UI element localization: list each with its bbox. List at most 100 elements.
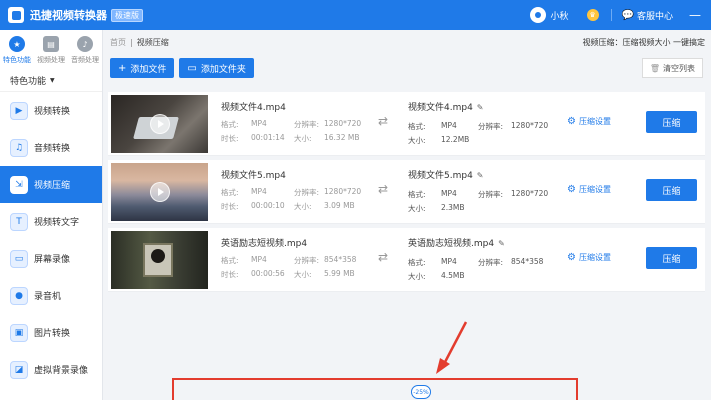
add-file-label: 添加文件 (130, 64, 167, 75)
app-title: 迅捷视频转换器 (30, 9, 107, 22)
annotation-arrow (436, 321, 468, 374)
output-format-value: MP4 (441, 257, 457, 266)
video-thumbnail[interactable] (111, 95, 208, 153)
size-value: 3.09 MB (324, 201, 355, 210)
add-file-button[interactable]: + 添加文件 (110, 58, 175, 78)
pencil-icon[interactable]: ✎ (477, 103, 484, 112)
caret-down-icon: ▼ (50, 77, 55, 84)
chat-bubble-icon[interactable]: 💬 (622, 10, 634, 21)
video-convert-icon: ▶ (10, 101, 28, 120)
compress-settings-link[interactable]: ⚙ 压缩设置 (567, 252, 611, 263)
film-icon: ▤ (43, 36, 59, 52)
output-format-label: 格式: (408, 258, 426, 267)
pencil-icon[interactable]: ✎ (498, 239, 505, 248)
compress-button[interactable]: 压缩 (646, 179, 697, 201)
recorder-icon: ● (10, 286, 28, 305)
output-file-name-text: 视频文件4.mp4 (408, 103, 473, 113)
compress-button[interactable]: 压缩 (646, 247, 697, 269)
folder-icon: ▭ (187, 62, 197, 74)
compress-settings-label: 压缩设置 (578, 185, 611, 194)
gear-icon: ⚙ (567, 252, 576, 263)
sidebar-item-label: 视频压缩 (34, 181, 71, 191)
duration-label: 时长: (221, 270, 239, 279)
tab-featured-label: 特色功能 (3, 56, 31, 64)
source-file-name: 视频文件4.mp4 (221, 103, 286, 113)
source-file-name: 英语励志短视频.mp4 (221, 239, 308, 249)
output-resolution-value: 854*358 (511, 257, 544, 266)
category-dropdown[interactable]: 特色功能 ▼ (0, 70, 102, 92)
tab-video-processing[interactable]: ▤ 视频处理 (37, 36, 65, 70)
toolbar: + 添加文件 ▭ 添加文件夹 🗑 清空列表 (104, 54, 711, 82)
sidebar-item-video-compress[interactable]: ⇲ 视频压缩 (0, 166, 102, 203)
compress-settings-link[interactable]: ⚙ 压缩设置 (567, 184, 611, 195)
virtual-bg-record-icon: ◪ (10, 360, 28, 379)
tab-video-processing-label: 视频处理 (37, 56, 65, 64)
compress-settings-label: 压缩设置 (578, 253, 611, 262)
category-label: 特色功能 (10, 77, 47, 87)
minimize-button[interactable]: — (689, 8, 701, 22)
customer-service-link[interactable]: 客服中心 (637, 9, 673, 22)
titlebar-divider (610, 9, 612, 21)
video-thumbnail[interactable] (111, 163, 208, 221)
sidebar-item-recorder[interactable]: ● 录音机 (0, 277, 102, 314)
format-value: MP4 (251, 187, 267, 196)
output-file-name[interactable]: 视频文件4.mp4 ✎ (408, 100, 484, 113)
play-icon[interactable] (150, 114, 170, 134)
person-head-shape (151, 249, 165, 263)
output-file-name-text: 英语励志短视频.mp4 (408, 239, 495, 249)
user-avatar-icon[interactable] (529, 7, 546, 23)
sidebar-item-label: 视频转换 (34, 107, 71, 117)
resolution-value: 1280*720 (324, 119, 362, 128)
sidebar-item-audio-convert[interactable]: ♫ 音频转换 (0, 129, 102, 166)
breadcrumb-current: 视频压缩 (136, 37, 169, 47)
page-hint: 视频压缩：压缩视频大小 一键搞定 (582, 37, 705, 47)
output-file-name[interactable]: 英语励志短视频.mp4 ✎ (408, 236, 505, 249)
shuffle-arrow-icon: ⇄ (378, 114, 389, 128)
compress-button[interactable]: 压缩 (646, 111, 697, 133)
sidebar-item-label: 屏幕录像 (34, 255, 71, 265)
output-resolution-value: 1280*720 (511, 189, 549, 198)
format-label: 格式: (221, 120, 239, 129)
breadcrumb-home[interactable]: 首页 (110, 37, 126, 48)
output-size-value: 4.5MB (441, 271, 465, 280)
shuffle-arrow-icon: ⇄ (378, 182, 389, 196)
output-file-name[interactable]: 视频文件5.mp4 ✎ (408, 168, 484, 181)
sidebar-item-label: 视频转文字 (34, 218, 80, 228)
add-folder-button[interactable]: ▭ 添加文件夹 (179, 58, 254, 78)
compress-ratio-badge[interactable]: -25% (411, 385, 431, 399)
sidebar-item-screen-record[interactable]: ▭ 屏幕录像 (0, 240, 102, 277)
tab-audio-processing[interactable]: ♪ 音频处理 (71, 36, 99, 70)
output-resolution-label: 分辨率: (478, 190, 504, 199)
play-icon[interactable] (150, 182, 170, 202)
vip-crown-icon[interactable]: ♛ (586, 9, 599, 21)
compress-settings-link[interactable]: ⚙ 压缩设置 (567, 116, 611, 127)
compress-settings-label: 压缩设置 (578, 117, 611, 126)
image-convert-icon: ▣ (10, 323, 28, 342)
size-label: 大小: (294, 202, 312, 211)
sidebar-item-video-convert[interactable]: ▶ 视频转换 (0, 92, 102, 129)
output-size-value: 12.2MB (441, 135, 470, 144)
tab-featured[interactable]: ★ 特色功能 (3, 36, 31, 70)
breadcrumb: 首页 | 视频压缩 视频压缩：压缩视频大小 一键搞定 (104, 30, 711, 54)
add-folder-label: 添加文件夹 (200, 64, 246, 75)
sidebar-item-label: 虚拟背景录像 (34, 366, 89, 376)
sidebar-item-image-convert[interactable]: ▣ 图片转换 (0, 314, 102, 351)
app-logo-icon (8, 7, 24, 23)
version-badge: 极速版 (111, 8, 143, 22)
size-value: 5.99 MB (324, 269, 355, 278)
file-row: 视频文件5.mp4 格式: MP4 分辨率: 1280*720 时长: 00:0… (108, 160, 705, 224)
format-value: MP4 (251, 119, 267, 128)
clear-list-button[interactable]: 🗑 清空列表 (641, 58, 703, 78)
breadcrumb-separator: | (130, 37, 133, 47)
file-row: 英语励志短视频.mp4 格式: MP4 分辨率: 854*358 时长: 00:… (108, 228, 705, 292)
video-thumbnail[interactable] (111, 231, 208, 289)
duration-label: 时长: (221, 202, 239, 211)
duration-value: 00:00:10 (251, 201, 285, 210)
format-label: 格式: (221, 188, 239, 197)
sidebar-item-video-to-text[interactable]: T 视频转文字 (0, 203, 102, 240)
size-label: 大小: (294, 270, 312, 279)
pencil-icon[interactable]: ✎ (477, 171, 484, 180)
username[interactable]: 小秋 (551, 9, 569, 22)
sidebar-item-virtual-bg-record[interactable]: ◪ 虚拟背景录像 (0, 351, 102, 388)
resolution-label: 分辨率: (294, 120, 320, 129)
